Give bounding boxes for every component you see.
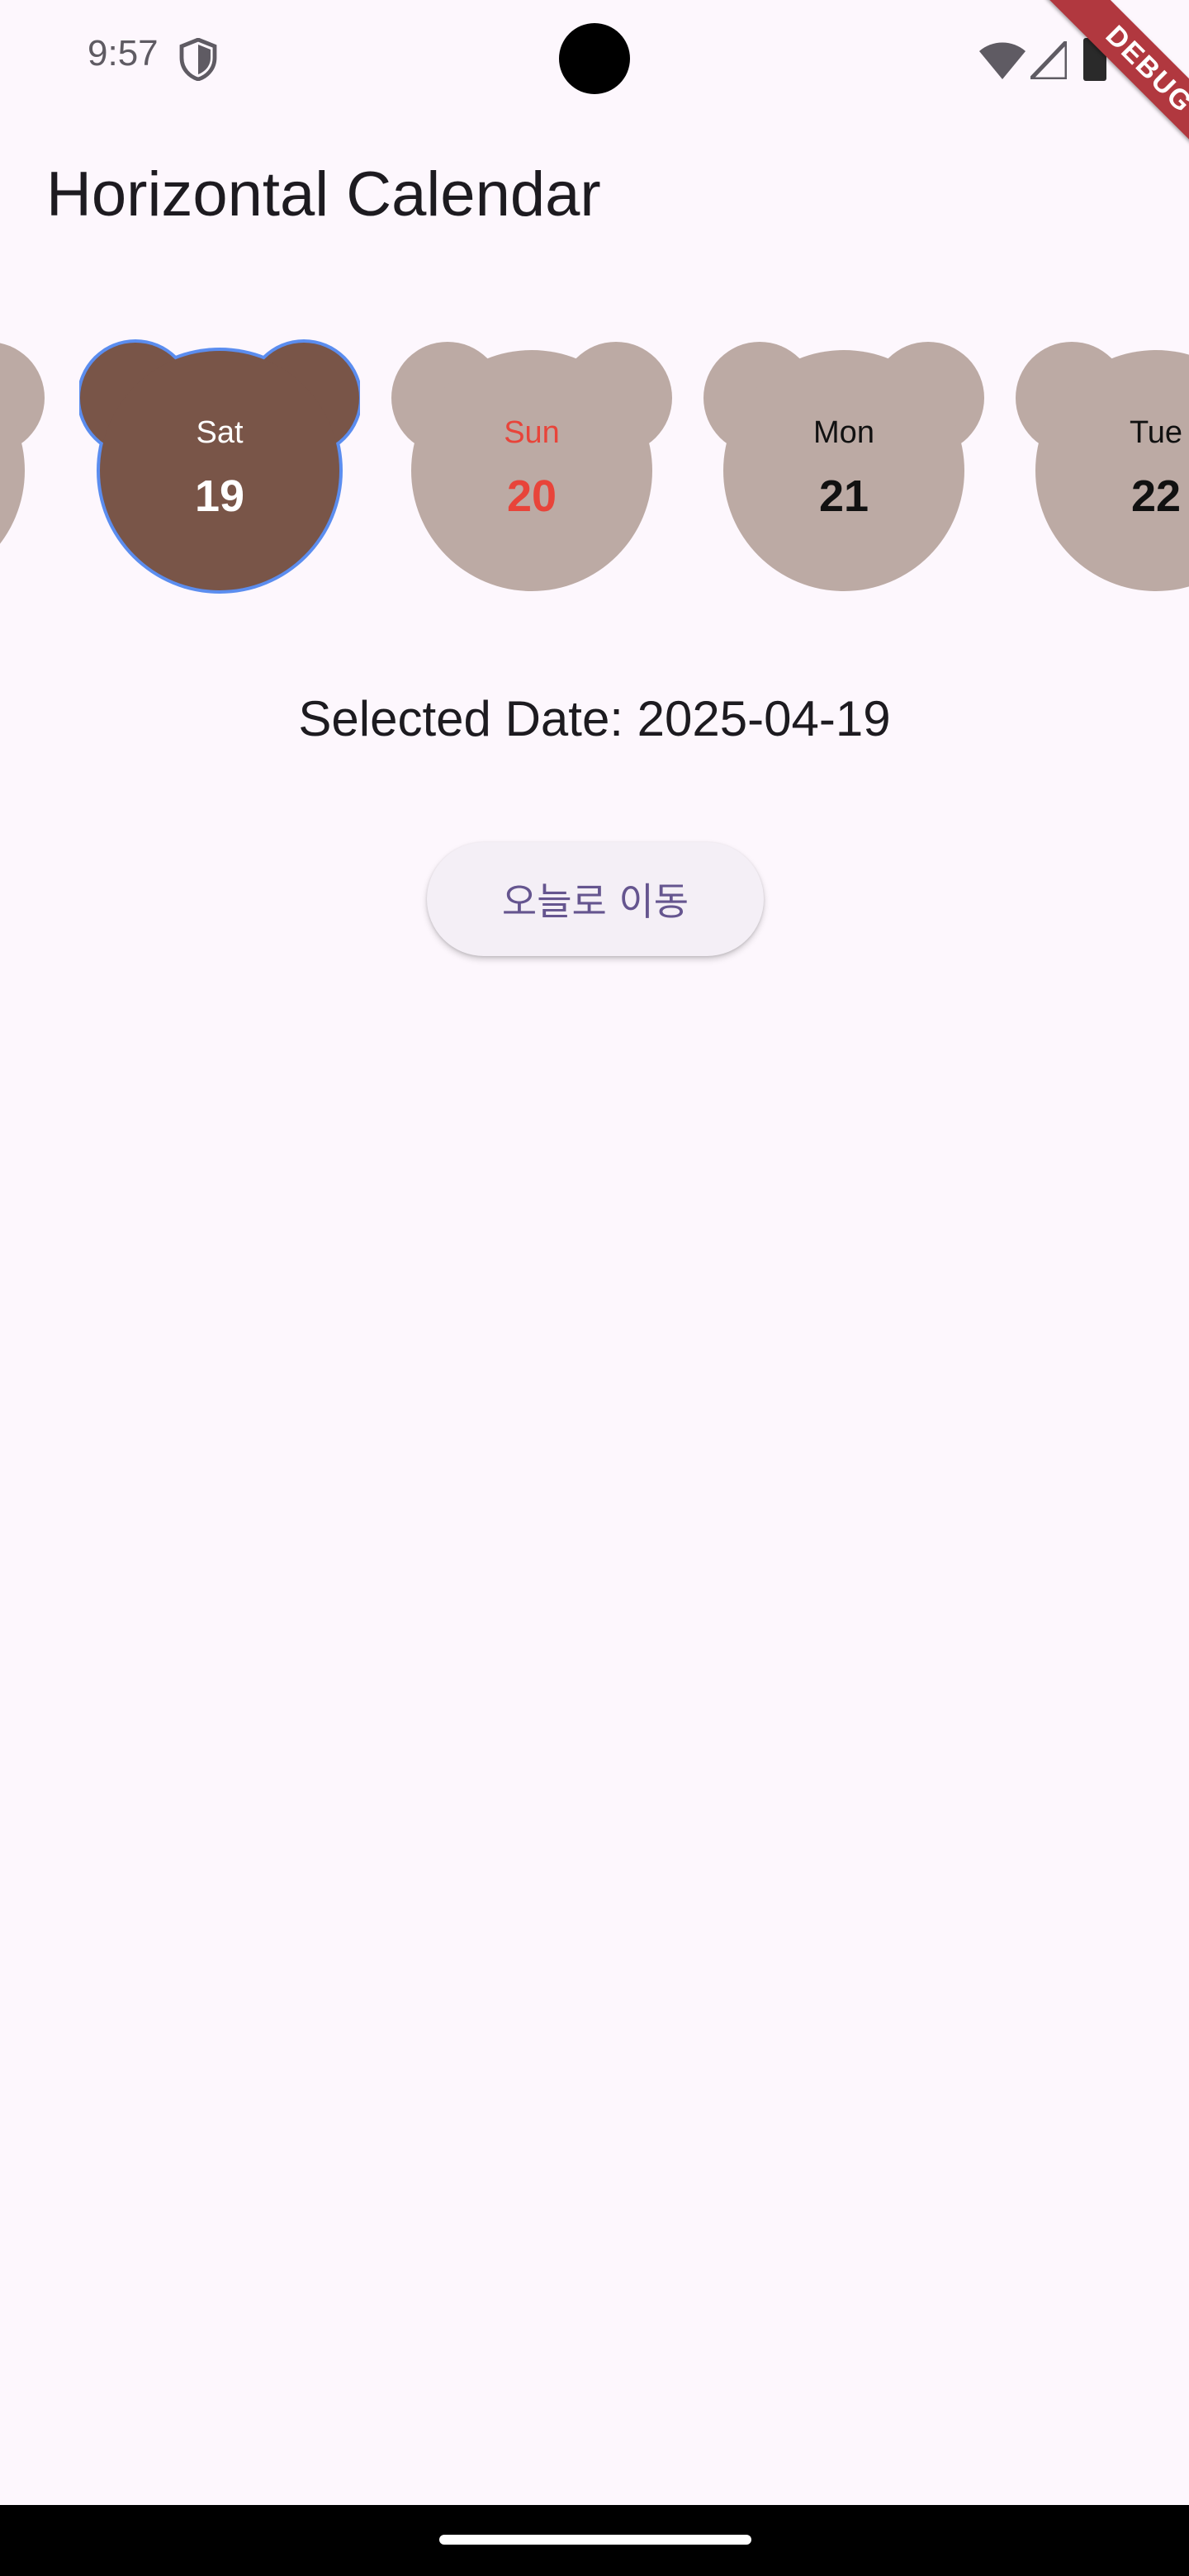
status-bar: 9:57	[0, 0, 1189, 116]
battery-icon	[1083, 38, 1106, 81]
day-name: Sun	[504, 415, 560, 450]
day-name: Tue	[1129, 415, 1183, 450]
calendar-day[interactable]: Mon 21	[703, 330, 984, 603]
bear-shape	[703, 342, 984, 591]
shield-icon	[179, 38, 217, 81]
day-name: Mon	[813, 415, 874, 450]
selected-date-text: Selected Date: 2025-04-19	[298, 691, 891, 746]
day-number: 22	[1130, 471, 1182, 521]
page-title: Horizontal Calendar	[46, 159, 601, 230]
day-name: Sat	[196, 415, 244, 450]
bear-shape	[0, 343, 45, 544]
calendar-strip[interactable]: Sat 19 Sun 20 Mon 21 Tue 22	[0, 330, 1189, 603]
calendar-day[interactable]: Tue 22	[1016, 330, 1189, 603]
front-camera	[559, 23, 630, 94]
calendar-day[interactable]	[0, 330, 45, 603]
wifi-icon	[979, 42, 1026, 79]
calendar-day-selected[interactable]: Sat 19	[79, 330, 360, 603]
bear-shape	[79, 339, 360, 594]
status-time: 9:57	[88, 33, 159, 73]
bear-shape	[391, 342, 672, 591]
day-number: 21	[818, 471, 869, 521]
signal-icon	[1030, 41, 1067, 79]
go-to-today-button[interactable]: 오늘로 이동	[427, 842, 764, 956]
day-number: 20	[506, 471, 557, 521]
home-indicator[interactable]	[439, 2535, 751, 2545]
navigation-bar	[0, 2505, 1189, 2576]
day-number: 19	[194, 471, 245, 521]
calendar-day[interactable]: Sun 20	[391, 330, 672, 603]
bear-shape	[1016, 342, 1189, 591]
